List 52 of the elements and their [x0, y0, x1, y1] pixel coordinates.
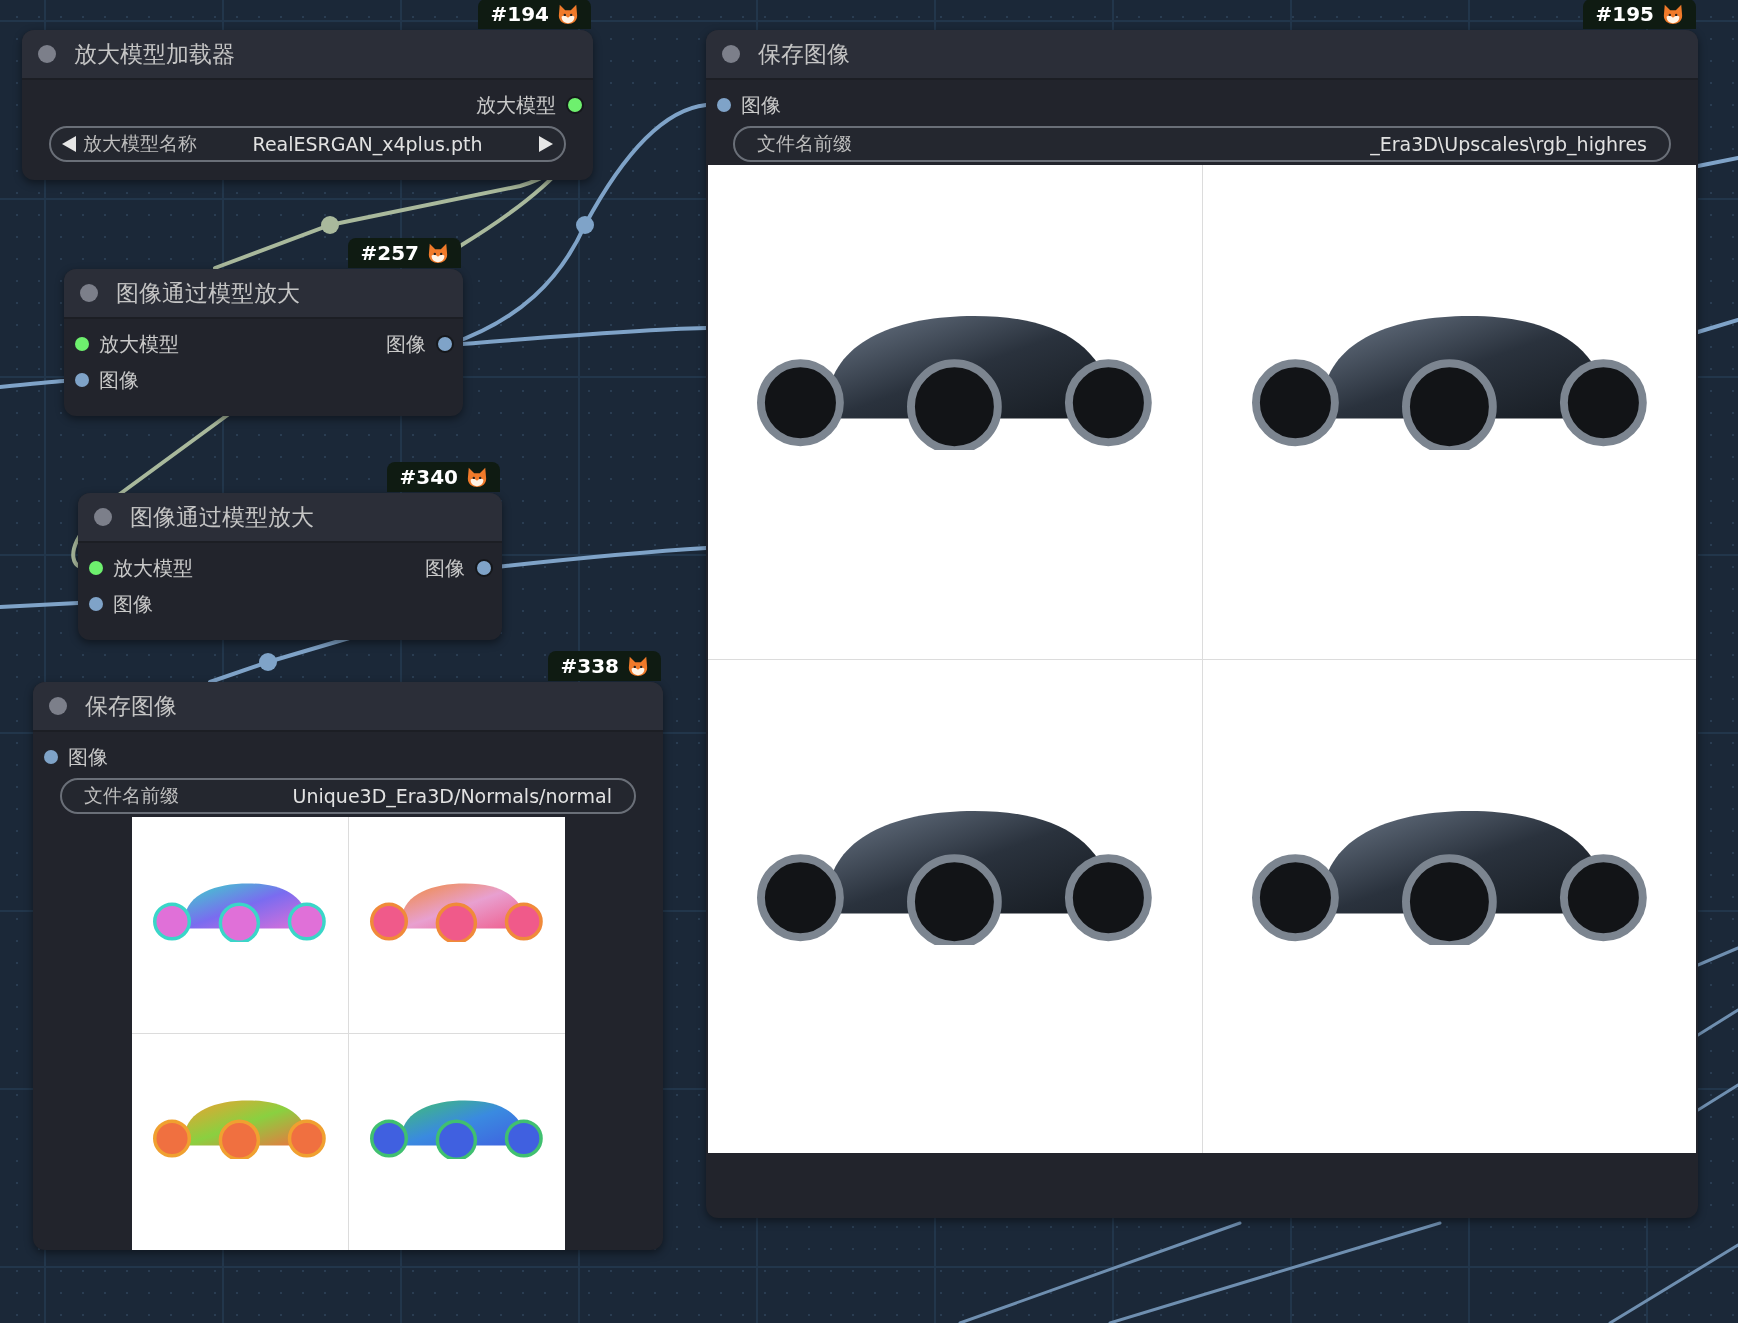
output-slot-dot[interactable] — [475, 559, 493, 577]
model-dropdown[interactable]: 放大模型名称 RealESRGAN_x4plus.pth — [49, 126, 566, 162]
input-label: 图像 — [99, 366, 139, 394]
collapse-dot-icon[interactable] — [94, 508, 112, 526]
input-slot-dot[interactable] — [89, 561, 103, 575]
connection-wire — [1696, 156, 1738, 168]
output-label: 图像 — [386, 330, 426, 358]
connection-wire — [1696, 1083, 1738, 1112]
node-title: 图像通过模型放大 — [130, 502, 314, 532]
input-label: 放大模型 — [113, 554, 193, 582]
input-slot-dot[interactable] — [75, 373, 89, 387]
reroute-dot[interactable] — [321, 216, 339, 234]
collapse-dot-icon[interactable] — [80, 284, 98, 302]
reroute-dot[interactable] — [259, 653, 277, 671]
connection-wire — [1696, 318, 1738, 334]
collapse-dot-icon[interactable] — [38, 45, 56, 63]
node-title: 放大模型加载器 — [74, 39, 235, 69]
right-arrow-icon[interactable] — [538, 135, 554, 153]
reroute-dot[interactable] — [576, 216, 594, 234]
node-title: 图像通过模型放大 — [116, 278, 300, 308]
input-label: 图像 — [68, 743, 108, 771]
node-id-label: #340 — [399, 465, 458, 489]
node-id-label: #257 — [360, 241, 419, 265]
node-title: 保存图像 — [85, 691, 177, 721]
collapse-dot-icon[interactable] — [722, 45, 740, 63]
input-label: 图像 — [113, 590, 153, 618]
connection-wire — [1696, 1008, 1738, 1037]
input-label: 放大模型 — [99, 330, 179, 358]
connection-wire — [1696, 946, 1738, 967]
output-label: 放大模型 — [476, 91, 556, 119]
node-id-label: #338 — [560, 654, 619, 678]
node-id-label: #194 — [490, 2, 549, 26]
input-slot-dot[interactable] — [75, 337, 89, 351]
filename-prefix-field[interactable]: 文件名前缀 Unique3D_Era3D/Normals/normal — [60, 778, 636, 814]
input-label: 图像 — [741, 91, 781, 119]
input-slot-dot[interactable] — [89, 597, 103, 611]
output-label: 图像 — [425, 554, 465, 582]
output-slot-dot[interactable] — [566, 96, 584, 114]
filename-prefix-field[interactable]: 文件名前缀 _Era3D\Upscales\rgb_highres — [733, 126, 1671, 162]
fox-icon — [627, 655, 649, 677]
fox-icon — [1662, 3, 1684, 25]
input-slot-dot[interactable] — [44, 750, 58, 764]
node-title: 保存图像 — [758, 39, 850, 69]
fox-icon — [557, 3, 579, 25]
output-slot-dot[interactable] — [436, 335, 454, 353]
fox-icon — [466, 466, 488, 488]
left-arrow-icon[interactable] — [61, 135, 77, 153]
input-slot-dot[interactable] — [717, 98, 731, 112]
collapse-dot-icon[interactable] — [49, 697, 67, 715]
fox-icon — [427, 242, 449, 264]
connection-wire — [0, 379, 66, 389]
node-id-label: #195 — [1595, 2, 1654, 26]
